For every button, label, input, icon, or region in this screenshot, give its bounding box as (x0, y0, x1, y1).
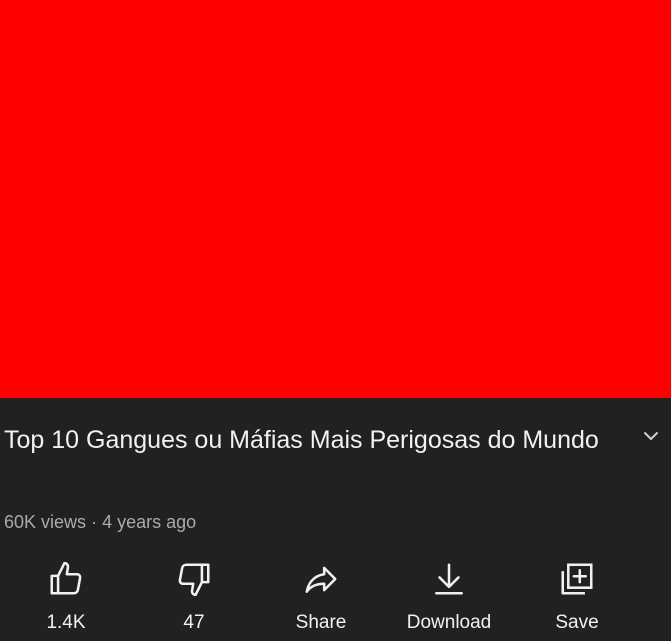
dislike-button[interactable]: 47 (134, 560, 254, 640)
video-info-panel: Top 10 Gangues ou Máfias Mais Perigosas … (0, 398, 671, 641)
add-to-playlist-icon (561, 563, 593, 595)
chevron-down-icon[interactable] (641, 426, 661, 446)
thumbs-down-icon (178, 563, 210, 597)
save-button[interactable]: Save (517, 560, 637, 640)
meta-separator: · (91, 512, 98, 532)
video-player[interactable] (0, 0, 671, 398)
download-icon (435, 563, 463, 595)
thumbs-up-icon (50, 561, 82, 595)
view-count: 60K views (4, 512, 87, 532)
download-label: Download (406, 612, 492, 633)
video-metadata: 60K views · 4 years ago (4, 512, 196, 533)
video-title[interactable]: Top 10 Gangues ou Máfias Mais Perigosas … (4, 420, 624, 460)
action-bar: 1.4K 47 Share Download Save (0, 560, 671, 640)
share-label: Share (295, 612, 347, 633)
upload-age: 4 years ago (102, 512, 197, 532)
download-button[interactable]: Download (389, 560, 509, 640)
share-button[interactable]: Share (261, 560, 381, 640)
like-count: 1.4K (46, 612, 86, 633)
like-button[interactable]: 1.4K (6, 560, 126, 640)
share-icon (305, 566, 337, 593)
save-label: Save (555, 612, 599, 633)
dislike-count: 47 (183, 612, 205, 633)
